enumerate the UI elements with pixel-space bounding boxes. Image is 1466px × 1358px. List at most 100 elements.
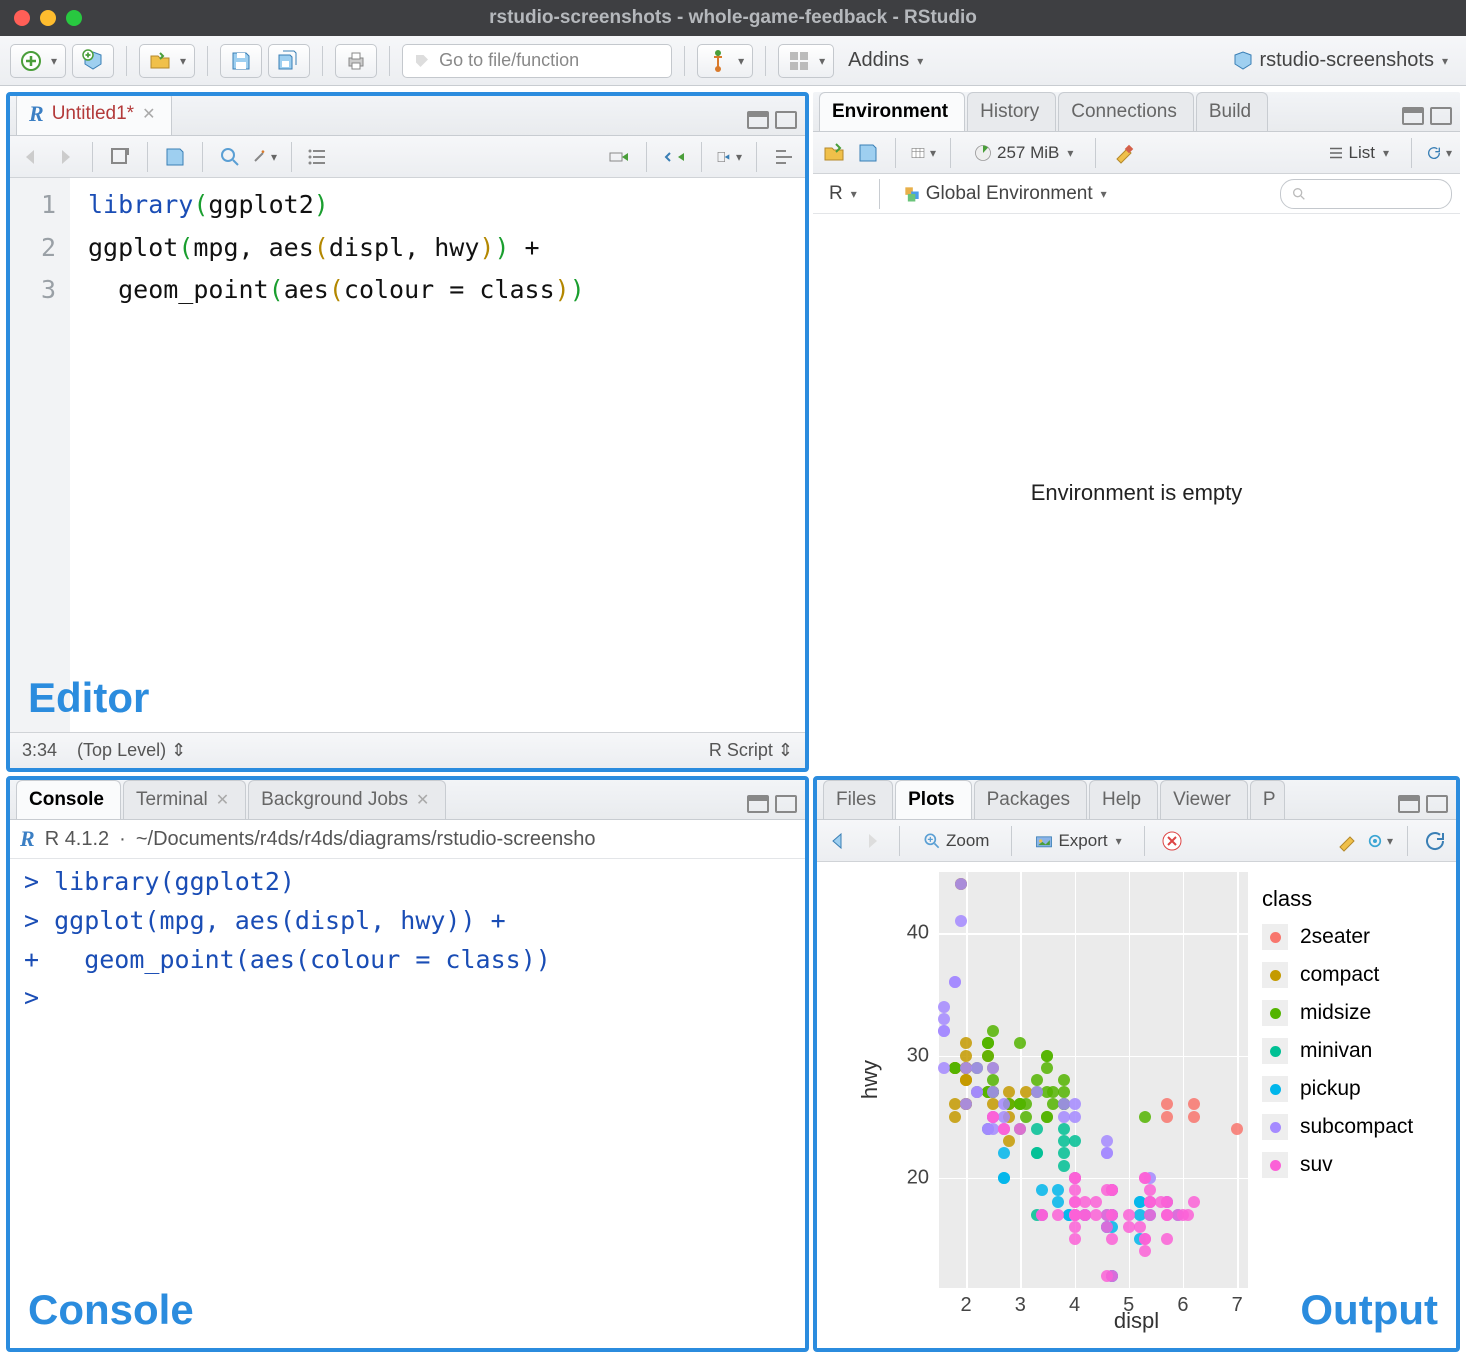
plot-back-icon[interactable] xyxy=(825,828,851,854)
editor-toolbar xyxy=(10,136,805,178)
tab-viewer[interactable]: Viewer xyxy=(1160,780,1248,819)
legend-item: 2seater xyxy=(1262,924,1438,950)
panes-button[interactable] xyxy=(778,44,834,78)
minimize-pane-icon[interactable] xyxy=(747,795,769,813)
close-tab-icon[interactable]: ✕ xyxy=(216,790,229,810)
tab-packages[interactable]: Packages xyxy=(974,780,1087,819)
close-window-icon[interactable] xyxy=(14,10,30,26)
refresh-plot-icon[interactable] xyxy=(1422,828,1448,854)
annotation-output: Output xyxy=(1300,1286,1438,1334)
r-logo-icon: R xyxy=(20,826,35,852)
chart-ylabel: hwy xyxy=(853,1060,887,1099)
plot-area: hwy 234567203040 class 2seatercompactmid… xyxy=(817,862,1456,1348)
environment-pane: Environment History Connections Build 25… xyxy=(813,92,1460,772)
project-switcher[interactable]: rstudio-screenshots xyxy=(1223,44,1456,78)
chart-legend: class 2seatercompactmidsizeminivanpickup… xyxy=(1248,872,1438,1288)
clear-workspace-icon[interactable] xyxy=(1110,140,1136,166)
scope-selector[interactable]: (Top Level) ⇕ xyxy=(77,740,186,761)
clear-plots-icon[interactable] xyxy=(1333,828,1359,854)
new-project-button[interactable] xyxy=(72,44,114,78)
tab-terminal[interactable]: Terminal ✕ xyxy=(123,780,246,819)
cursor-position: 3:34 xyxy=(22,740,57,761)
memory-usage[interactable]: 257 MiB xyxy=(965,136,1081,170)
run-icon[interactable] xyxy=(606,144,632,170)
find-icon[interactable] xyxy=(217,144,243,170)
environment-empty-message: Environment is empty xyxy=(813,214,1460,772)
editor-body[interactable]: 123 library(ggplot2)ggplot(mpg, aes(disp… xyxy=(10,178,805,732)
import-dataset-icon[interactable] xyxy=(910,140,936,166)
editor-statusbar: 3:34 (Top Level) ⇕ R Script ⇕ xyxy=(10,732,805,768)
open-file-button[interactable] xyxy=(139,44,195,78)
zoom-button[interactable]: Zoom xyxy=(914,824,997,858)
legend-item: minivan xyxy=(1262,1038,1438,1064)
rerun-icon[interactable] xyxy=(661,144,687,170)
editor-pane: R Untitled1* ✕ xyxy=(6,92,809,772)
editor-tab-untitled[interactable]: R Untitled1* ✕ xyxy=(16,92,172,135)
save-workspace-icon[interactable] xyxy=(855,140,881,166)
tab-help[interactable]: Help xyxy=(1089,780,1158,819)
maximize-pane-icon[interactable] xyxy=(775,111,797,129)
legend-item: pickup xyxy=(1262,1076,1438,1102)
tab-presentation[interactable]: P xyxy=(1250,780,1285,819)
forward-icon[interactable] xyxy=(52,144,78,170)
main-toolbar: Go to file/function Addins rstudio-scree… xyxy=(0,36,1466,86)
minimize-pane-icon[interactable] xyxy=(1402,107,1424,125)
tab-environment[interactable]: Environment xyxy=(819,92,965,131)
language-scope[interactable]: R xyxy=(821,177,865,211)
print-button[interactable] xyxy=(335,44,377,78)
load-workspace-icon[interactable] xyxy=(821,140,847,166)
maximize-pane-icon[interactable] xyxy=(775,795,797,813)
legend-title: class xyxy=(1262,886,1438,912)
save-button[interactable] xyxy=(220,44,262,78)
minimize-window-icon[interactable] xyxy=(40,10,56,26)
vcs-button[interactable] xyxy=(697,44,753,78)
minimize-pane-icon[interactable] xyxy=(1398,795,1420,813)
export-button[interactable]: Export xyxy=(1026,824,1129,858)
window-title: rstudio-screenshots - whole-game-feedbac… xyxy=(0,7,1466,29)
minimize-pane-icon[interactable] xyxy=(747,111,769,129)
popout-icon[interactable] xyxy=(107,144,133,170)
close-tab-icon[interactable]: ✕ xyxy=(416,790,429,810)
console-pane: Console Terminal ✕ Background Jobs ✕ R R… xyxy=(6,776,809,1352)
window-titlebar: rstudio-screenshots - whole-game-feedbac… xyxy=(0,0,1466,36)
new-file-button[interactable] xyxy=(10,44,66,78)
tab-build[interactable]: Build xyxy=(1196,92,1268,131)
save-all-button[interactable] xyxy=(268,44,310,78)
source-button[interactable] xyxy=(716,144,742,170)
maximize-window-icon[interactable] xyxy=(66,10,82,26)
filetype-selector[interactable]: R Script ⇕ xyxy=(709,740,793,761)
tab-history[interactable]: History xyxy=(967,92,1056,131)
goto-file-input[interactable]: Go to file/function xyxy=(402,44,672,78)
environment-scope[interactable]: Global Environment xyxy=(894,177,1115,211)
remove-plot-icon[interactable] xyxy=(1159,828,1185,854)
view-list-button[interactable]: List xyxy=(1319,136,1398,170)
close-tab-icon[interactable]: ✕ xyxy=(142,104,155,124)
outline-icon[interactable] xyxy=(306,144,332,170)
maximize-pane-icon[interactable] xyxy=(1426,795,1448,813)
tab-console[interactable]: Console xyxy=(16,780,121,819)
doc-outline-toggle-icon[interactable] xyxy=(771,144,797,170)
refresh-env-icon[interactable] xyxy=(1426,140,1452,166)
console-body[interactable]: > library(ggplot2)> ggplot(mpg, aes(disp… xyxy=(10,859,805,1348)
r-file-icon: R xyxy=(29,101,44,127)
chart-panel: 234567203040 xyxy=(939,872,1248,1288)
legend-item: compact xyxy=(1262,962,1438,988)
tab-background-jobs[interactable]: Background Jobs ✕ xyxy=(248,780,446,819)
plot-forward-icon[interactable] xyxy=(859,828,885,854)
tab-plots[interactable]: Plots xyxy=(895,780,971,819)
addins-button[interactable]: Addins xyxy=(840,44,931,78)
environment-search[interactable] xyxy=(1280,179,1452,209)
tab-connections[interactable]: Connections xyxy=(1058,92,1194,131)
legend-item: suv xyxy=(1262,1152,1438,1178)
console-info: R R 4.1.2 · ~/Documents/r4ds/r4ds/diagra… xyxy=(10,820,805,859)
back-icon[interactable] xyxy=(18,144,44,170)
annotation-editor: Editor xyxy=(28,674,149,722)
environment-toolbar: 257 MiB List xyxy=(813,132,1460,174)
publish-icon[interactable] xyxy=(1367,828,1393,854)
maximize-pane-icon[interactable] xyxy=(1430,107,1452,125)
editor-tab-label: Untitled1* xyxy=(52,103,134,125)
legend-item: subcompact xyxy=(1262,1114,1438,1140)
code-tools-icon[interactable] xyxy=(251,144,277,170)
tab-files[interactable]: Files xyxy=(823,780,893,819)
save-source-icon[interactable] xyxy=(162,144,188,170)
